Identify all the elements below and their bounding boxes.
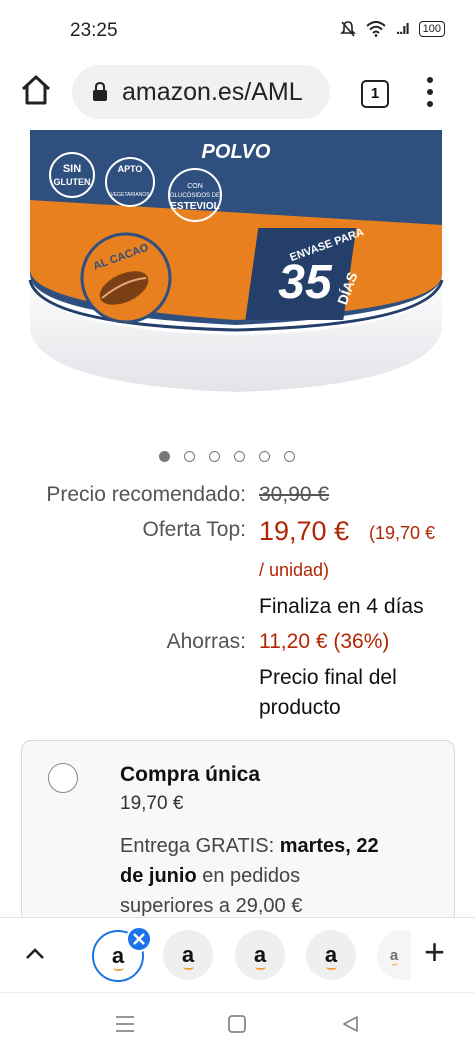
image-carousel-dots [159,451,295,462]
tab-item[interactable]: a [377,930,411,980]
savings-value: 11,20 € (36%) [259,630,390,653]
address-bar[interactable]: amazon.es/AML [72,65,330,119]
label-esteviol: ESTEVIOL [170,201,219,212]
product-image[interactable]: POLVO SIN GLUTEN APTO VEGETARIANOS CON G… [0,130,475,425]
carousel-dot[interactable] [209,451,220,462]
battery-level: 100 [422,23,441,35]
home-icon [21,75,51,105]
delivery-condition: en pedidos [202,865,301,887]
amazon-logo-icon: a [389,946,399,966]
offer-label: Oferta Top: [142,518,246,541]
new-tab-button[interactable]: + [424,931,445,973]
status-time: 23:25 [70,20,118,41]
tab-item[interactable]: a [306,930,356,980]
tab-item[interactable]: a [235,930,285,980]
url-text: amazon.es/AML [122,77,303,106]
close-tab-button[interactable] [126,926,152,952]
unit-price-suffix: / unidad) [259,560,330,580]
amazon-logo-icon: a [111,943,125,971]
recommended-price-label: Precio recomendado: [46,483,246,506]
wifi-icon [366,21,386,37]
label-con: CON [187,183,203,190]
home-button[interactable] [18,72,54,112]
unit-price: (19,70 € [369,523,436,543]
one-time-purchase-radio[interactable] [48,763,78,793]
carousel-dot[interactable] [234,451,245,462]
label-apto: APTO [118,164,143,174]
status-bar: 23:25 ..ıl 100 [0,0,475,58]
close-icon [133,933,145,945]
battery-icon: 100 [418,21,445,37]
home-square-icon[interactable] [227,1014,247,1034]
recommended-price-value: 30,90 € [259,483,330,506]
recents-menu-icon[interactable] [114,1015,136,1033]
tab-strip: a a a a a + [0,917,475,992]
purchase-option-price: 19,70 € [120,793,184,814]
offer-price: 19,70 € [259,516,350,546]
label-polvo: POLVO [202,141,271,163]
delivery-date: martes, 22 [279,835,379,857]
delivery-label: Entrega GRATIS: [120,835,275,857]
carousel-dot[interactable] [259,451,270,462]
carousel-dot[interactable] [184,451,195,462]
label-vegetarianos: VEGETARIANOS [110,192,150,198]
lock-icon [93,82,107,101]
signal-icon: ..ıl [395,20,410,38]
chevron-up-icon[interactable] [24,946,46,962]
tab-switcher-button[interactable]: 1 [361,80,389,108]
label-gluten: GLUTEN [54,177,91,187]
tab-item[interactable]: a [163,930,213,980]
delivery-threshold: superiores a 29,00 € [120,895,303,917]
carousel-dot[interactable] [159,451,170,462]
product-tub-illustration: POLVO SIN GLUTEN APTO VEGETARIANOS CON G… [28,130,444,392]
label-glucosidos: GLUCÓSIDOS DE [170,192,220,199]
delivery-date-2: de junio [120,865,197,887]
amazon-logo-icon: a [324,942,338,970]
browser-toolbar: amazon.es/AML 1 [0,58,475,130]
label-35: 35 [278,256,333,309]
offer-ends-text: Finaliza en 4 días [259,595,424,618]
system-navigation-bar [0,992,475,1057]
amazon-logo-icon: a [253,942,267,970]
delivery-info: Entrega GRATIS: martes, 22 de junio en p… [120,831,435,921]
more-menu-button[interactable] [420,74,440,110]
status-icons: ..ıl 100 [340,20,445,38]
purchase-option-title: Compra única [120,763,261,786]
amazon-logo-icon: a [181,942,195,970]
savings-label: Ahorras: [166,630,246,653]
final-price-note-2: producto [259,696,341,719]
back-triangle-icon[interactable] [340,1014,360,1034]
mute-bell-icon [340,21,356,37]
carousel-dot[interactable] [284,451,295,462]
label-sin: SIN [63,163,81,175]
final-price-note: Precio final del [259,666,397,689]
